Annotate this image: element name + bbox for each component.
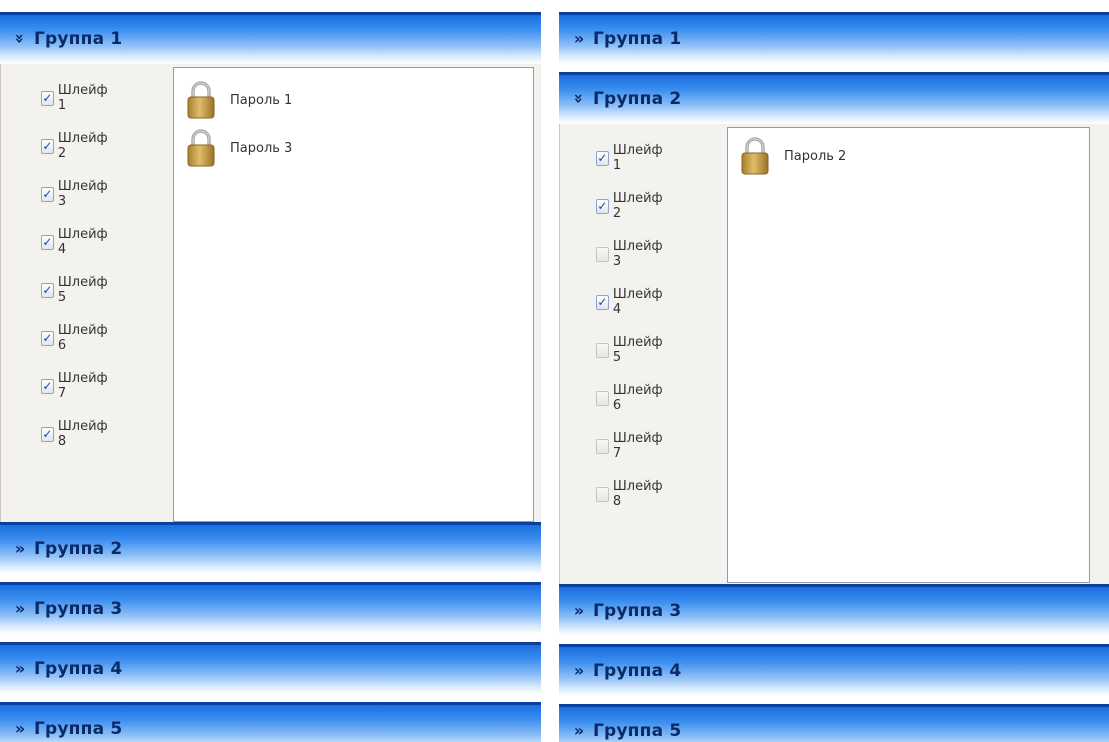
group-header-collapsed[interactable]: » Группа 5 xyxy=(559,704,1109,742)
checkbox-checked[interactable]: ✓ xyxy=(41,282,54,298)
double-chevron-down-icon: » xyxy=(569,93,589,104)
lock-icon xyxy=(187,81,215,119)
zone-checkbox-item[interactable]: ✓ Шлейф 2 xyxy=(41,131,110,161)
group-title: Группа 4 xyxy=(34,659,123,679)
checkbox-checked[interactable]: ✓ xyxy=(596,294,609,310)
group-header-1[interactable]: » Группа 1 xyxy=(559,12,1109,64)
zone-checkbox-item[interactable]: ✓ Шлейф 1 xyxy=(596,143,665,173)
zone-checkbox-item[interactable]: ✓ Шлейф 4 xyxy=(596,287,665,317)
double-chevron-right-icon: » xyxy=(573,29,585,48)
password-list-item[interactable]: Пароль 2 xyxy=(740,136,846,176)
double-chevron-right-icon: » xyxy=(14,719,26,738)
double-chevron-right-icon: » xyxy=(573,721,585,740)
zone-checkbox-item[interactable]: ✓ Шлейф 1 xyxy=(41,83,110,113)
zone-label: Шлейф 7 xyxy=(57,371,108,401)
group-title: Группа 2 xyxy=(593,89,682,109)
zone-label: Шлейф 1 xyxy=(57,83,108,113)
group-header-collapsed[interactable]: » Группа 4 xyxy=(559,644,1109,696)
zone-checkbox-item[interactable]: Шлейф 7 xyxy=(596,431,665,461)
double-chevron-right-icon: » xyxy=(14,659,26,678)
zone-label: Шлейф 3 xyxy=(57,179,108,209)
group-header-collapsed[interactable]: » Группа 2 xyxy=(0,522,541,574)
checkbox-checked[interactable]: ✓ xyxy=(41,426,54,442)
checkbox-checked[interactable]: ✓ xyxy=(41,186,54,202)
zone-label: Шлейф 7 xyxy=(612,431,663,461)
double-chevron-right-icon: » xyxy=(14,539,26,558)
group-title: Группа 3 xyxy=(593,601,682,621)
zone-label: Шлейф 8 xyxy=(612,479,663,509)
zone-checkbox-item[interactable]: Шлейф 6 xyxy=(596,383,665,413)
password-label: Пароль 1 xyxy=(230,92,293,108)
group-title: Группа 3 xyxy=(34,599,123,619)
password-list[interactable]: Пароль 1 Пароль 3 xyxy=(173,67,534,522)
checkbox-unchecked[interactable] xyxy=(596,342,609,358)
double-chevron-right-icon: » xyxy=(573,661,585,680)
group-header-collapsed[interactable]: » Группа 3 xyxy=(0,582,541,634)
checkbox-unchecked[interactable] xyxy=(596,390,609,406)
zone-checkbox-item[interactable]: ✓ Шлейф 8 xyxy=(41,419,110,449)
checkbox-checked[interactable]: ✓ xyxy=(41,234,54,250)
zone-label: Шлейф 6 xyxy=(57,323,108,353)
zone-checkbox-item[interactable]: Шлейф 3 xyxy=(596,239,665,269)
zone-label: Шлейф 2 xyxy=(612,191,663,221)
zone-checkbox-item[interactable]: Шлейф 5 xyxy=(596,335,665,365)
password-list[interactable]: Пароль 2 xyxy=(727,127,1090,583)
group-header-collapsed[interactable]: » Группа 5 xyxy=(0,702,541,742)
zone-checkbox-item[interactable]: ✓ Шлейф 6 xyxy=(41,323,110,353)
group-body-2: ✓ Шлейф 1 ✓ Шлейф 2 Шлейф 3 ✓ Шлейф 4 Шлейф 5 Шл… xyxy=(559,124,1109,584)
zone-label: Шлейф 4 xyxy=(57,227,108,257)
double-chevron-down-icon: » xyxy=(10,33,30,44)
zone-checkbox-item[interactable]: ✓ Шлейф 5 xyxy=(41,275,110,305)
zone-label: Шлейф 5 xyxy=(612,335,663,365)
checkbox-checked[interactable]: ✓ xyxy=(596,198,609,214)
checkbox-checked[interactable]: ✓ xyxy=(41,90,54,106)
group-header-collapsed[interactable]: » Группа 3 xyxy=(559,584,1109,636)
zone-label: Шлейф 4 xyxy=(612,287,663,317)
lock-icon xyxy=(187,129,215,167)
checkbox-checked[interactable]: ✓ xyxy=(596,150,609,166)
double-chevron-right-icon: » xyxy=(14,599,26,618)
group-title: Группа 1 xyxy=(34,29,123,49)
password-label: Пароль 3 xyxy=(230,140,293,156)
lock-icon xyxy=(741,137,769,175)
group-title: Группа 4 xyxy=(593,661,682,681)
checkbox-checked[interactable]: ✓ xyxy=(41,138,54,154)
zone-checkbox-item[interactable]: ✓ Шлейф 2 xyxy=(596,191,665,221)
double-chevron-right-icon: » xyxy=(573,601,585,620)
group-title: Группа 5 xyxy=(593,721,682,741)
accordion-panel-right: » Группа 1 » Группа 2 ✓ Шлейф 1 ✓ Шлейф 2 Шл… xyxy=(559,0,1109,742)
zone-label: Шлейф 3 xyxy=(612,239,663,269)
group-title: Группа 1 xyxy=(593,29,682,49)
password-list-item[interactable]: Пароль 1 xyxy=(186,80,292,120)
accordion-panel-left: » Группа 1 ✓ Шлейф 1 ✓ Шлейф 2 ✓ Шлейф 3 ✓ Шлей… xyxy=(0,0,541,742)
zone-label: Шлейф 2 xyxy=(57,131,108,161)
group-title: Группа 2 xyxy=(34,539,123,559)
group-header-2[interactable]: » Группа 2 xyxy=(559,72,1109,124)
checkbox-unchecked[interactable] xyxy=(596,438,609,454)
password-label: Пароль 2 xyxy=(784,148,847,164)
group-body-1: ✓ Шлейф 1 ✓ Шлейф 2 ✓ Шлейф 3 ✓ Шлейф 4 ✓ Шлейф 5… xyxy=(0,64,541,522)
zone-checkbox-item[interactable]: ✓ Шлейф 7 xyxy=(41,371,110,401)
checkbox-unchecked[interactable] xyxy=(596,246,609,262)
checkbox-checked[interactable]: ✓ xyxy=(41,330,54,346)
zone-label: Шлейф 5 xyxy=(57,275,108,305)
zone-label: Шлейф 1 xyxy=(612,143,663,173)
zone-checkbox-item[interactable]: ✓ Шлейф 4 xyxy=(41,227,110,257)
group-header-collapsed[interactable]: » Группа 4 xyxy=(0,642,541,694)
group-header-1[interactable]: » Группа 1 xyxy=(0,12,541,64)
password-list-item[interactable]: Пароль 3 xyxy=(186,128,292,168)
zone-label: Шлейф 6 xyxy=(612,383,663,413)
checkbox-unchecked[interactable] xyxy=(596,486,609,502)
zone-checkbox-item[interactable]: ✓ Шлейф 3 xyxy=(41,179,110,209)
group-title: Группа 5 xyxy=(34,719,123,739)
zone-checkbox-item[interactable]: Шлейф 8 xyxy=(596,479,665,509)
zone-label: Шлейф 8 xyxy=(57,419,108,449)
checkbox-checked[interactable]: ✓ xyxy=(41,378,54,394)
